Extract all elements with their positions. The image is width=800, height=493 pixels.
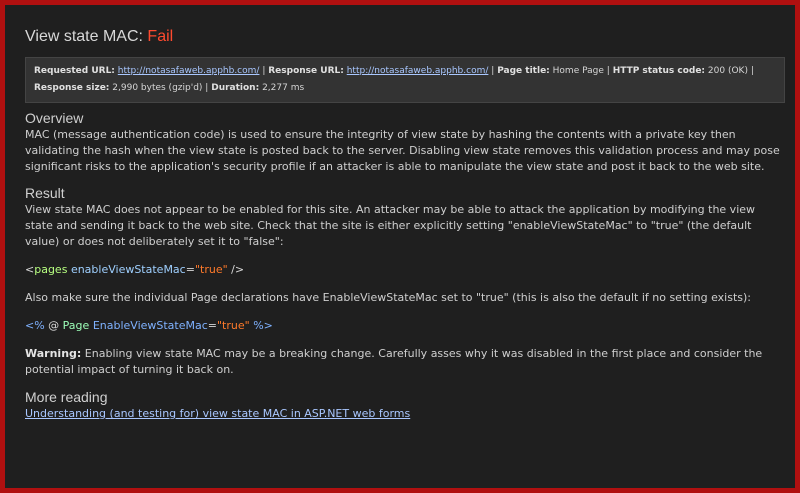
requested-url-link[interactable]: http://notasafaweb.apphb.com/	[118, 66, 260, 76]
duration-label: Duration:	[211, 83, 260, 93]
directive-open: <%	[25, 319, 45, 332]
directive-eq: =	[207, 319, 217, 332]
warning-text: Enabling view state MAC may be a breakin…	[25, 347, 763, 376]
directive-value: "true"	[217, 319, 250, 332]
separator: |	[262, 66, 266, 76]
request-info-box: Requested URL: http://notasafaweb.apphb.…	[25, 57, 785, 103]
separator: |	[606, 66, 610, 76]
more-reading-link[interactable]: Understanding (and testing for) view sta…	[25, 407, 410, 420]
overview-text: MAC (message authentication code) is use…	[25, 128, 780, 173]
result-heading: Result	[25, 185, 65, 201]
code-tag: pages	[34, 263, 68, 276]
page-title-value: Home Page	[552, 66, 604, 76]
separator: |	[205, 83, 209, 93]
page-declaration-text: Also make sure the individual Page decla…	[25, 291, 751, 304]
directive-close: %>	[249, 319, 273, 332]
warning-note: Warning: Enabling view state MAC may be …	[25, 346, 785, 378]
page-title-label: Page title:	[497, 66, 550, 76]
more-reading-heading: More reading	[25, 389, 108, 405]
pages-config-snippet: <pages enableViewStateMac="true" />	[25, 262, 785, 278]
code-eq: =	[185, 263, 195, 276]
response-url-label: Response URL:	[268, 66, 344, 76]
result-text: View state MAC does not appear to be ena…	[25, 203, 756, 248]
response-url-link[interactable]: http://notasafaweb.apphb.com/	[347, 66, 489, 76]
title-prefix: View state MAC:	[25, 28, 143, 45]
result-panel: View state MAC: Fail Requested URL: http…	[0, 0, 800, 493]
code-value: "true"	[194, 263, 228, 276]
response-size-label: Response size:	[34, 83, 110, 93]
status-fail: Fail	[147, 28, 174, 45]
separator: |	[750, 66, 754, 76]
duration-value: 2,277 ms	[262, 83, 305, 93]
code-close: />	[227, 263, 245, 276]
code-attr: enableViewStateMac	[70, 263, 186, 276]
page-directive-snippet: <% @ Page EnableViewStateMac="true" %>	[25, 318, 785, 334]
directive-attr: EnableViewStateMac	[92, 319, 208, 332]
warning-label: Warning:	[25, 347, 82, 360]
http-status-value: 200 (OK)	[707, 66, 748, 76]
separator: |	[491, 66, 495, 76]
content-area: View state MAC: Fail Requested URL: http…	[25, 17, 785, 422]
response-size-value: 2,990 bytes (gzip'd)	[112, 83, 203, 93]
page-title: View state MAC: Fail	[25, 27, 785, 47]
overview-heading: Overview	[25, 110, 84, 126]
http-status-label: HTTP status code:	[612, 66, 706, 76]
directive-at: @	[44, 319, 63, 332]
directive-name: Page	[62, 319, 90, 332]
requested-url-label: Requested URL:	[34, 66, 115, 76]
code-open: <	[25, 263, 35, 276]
